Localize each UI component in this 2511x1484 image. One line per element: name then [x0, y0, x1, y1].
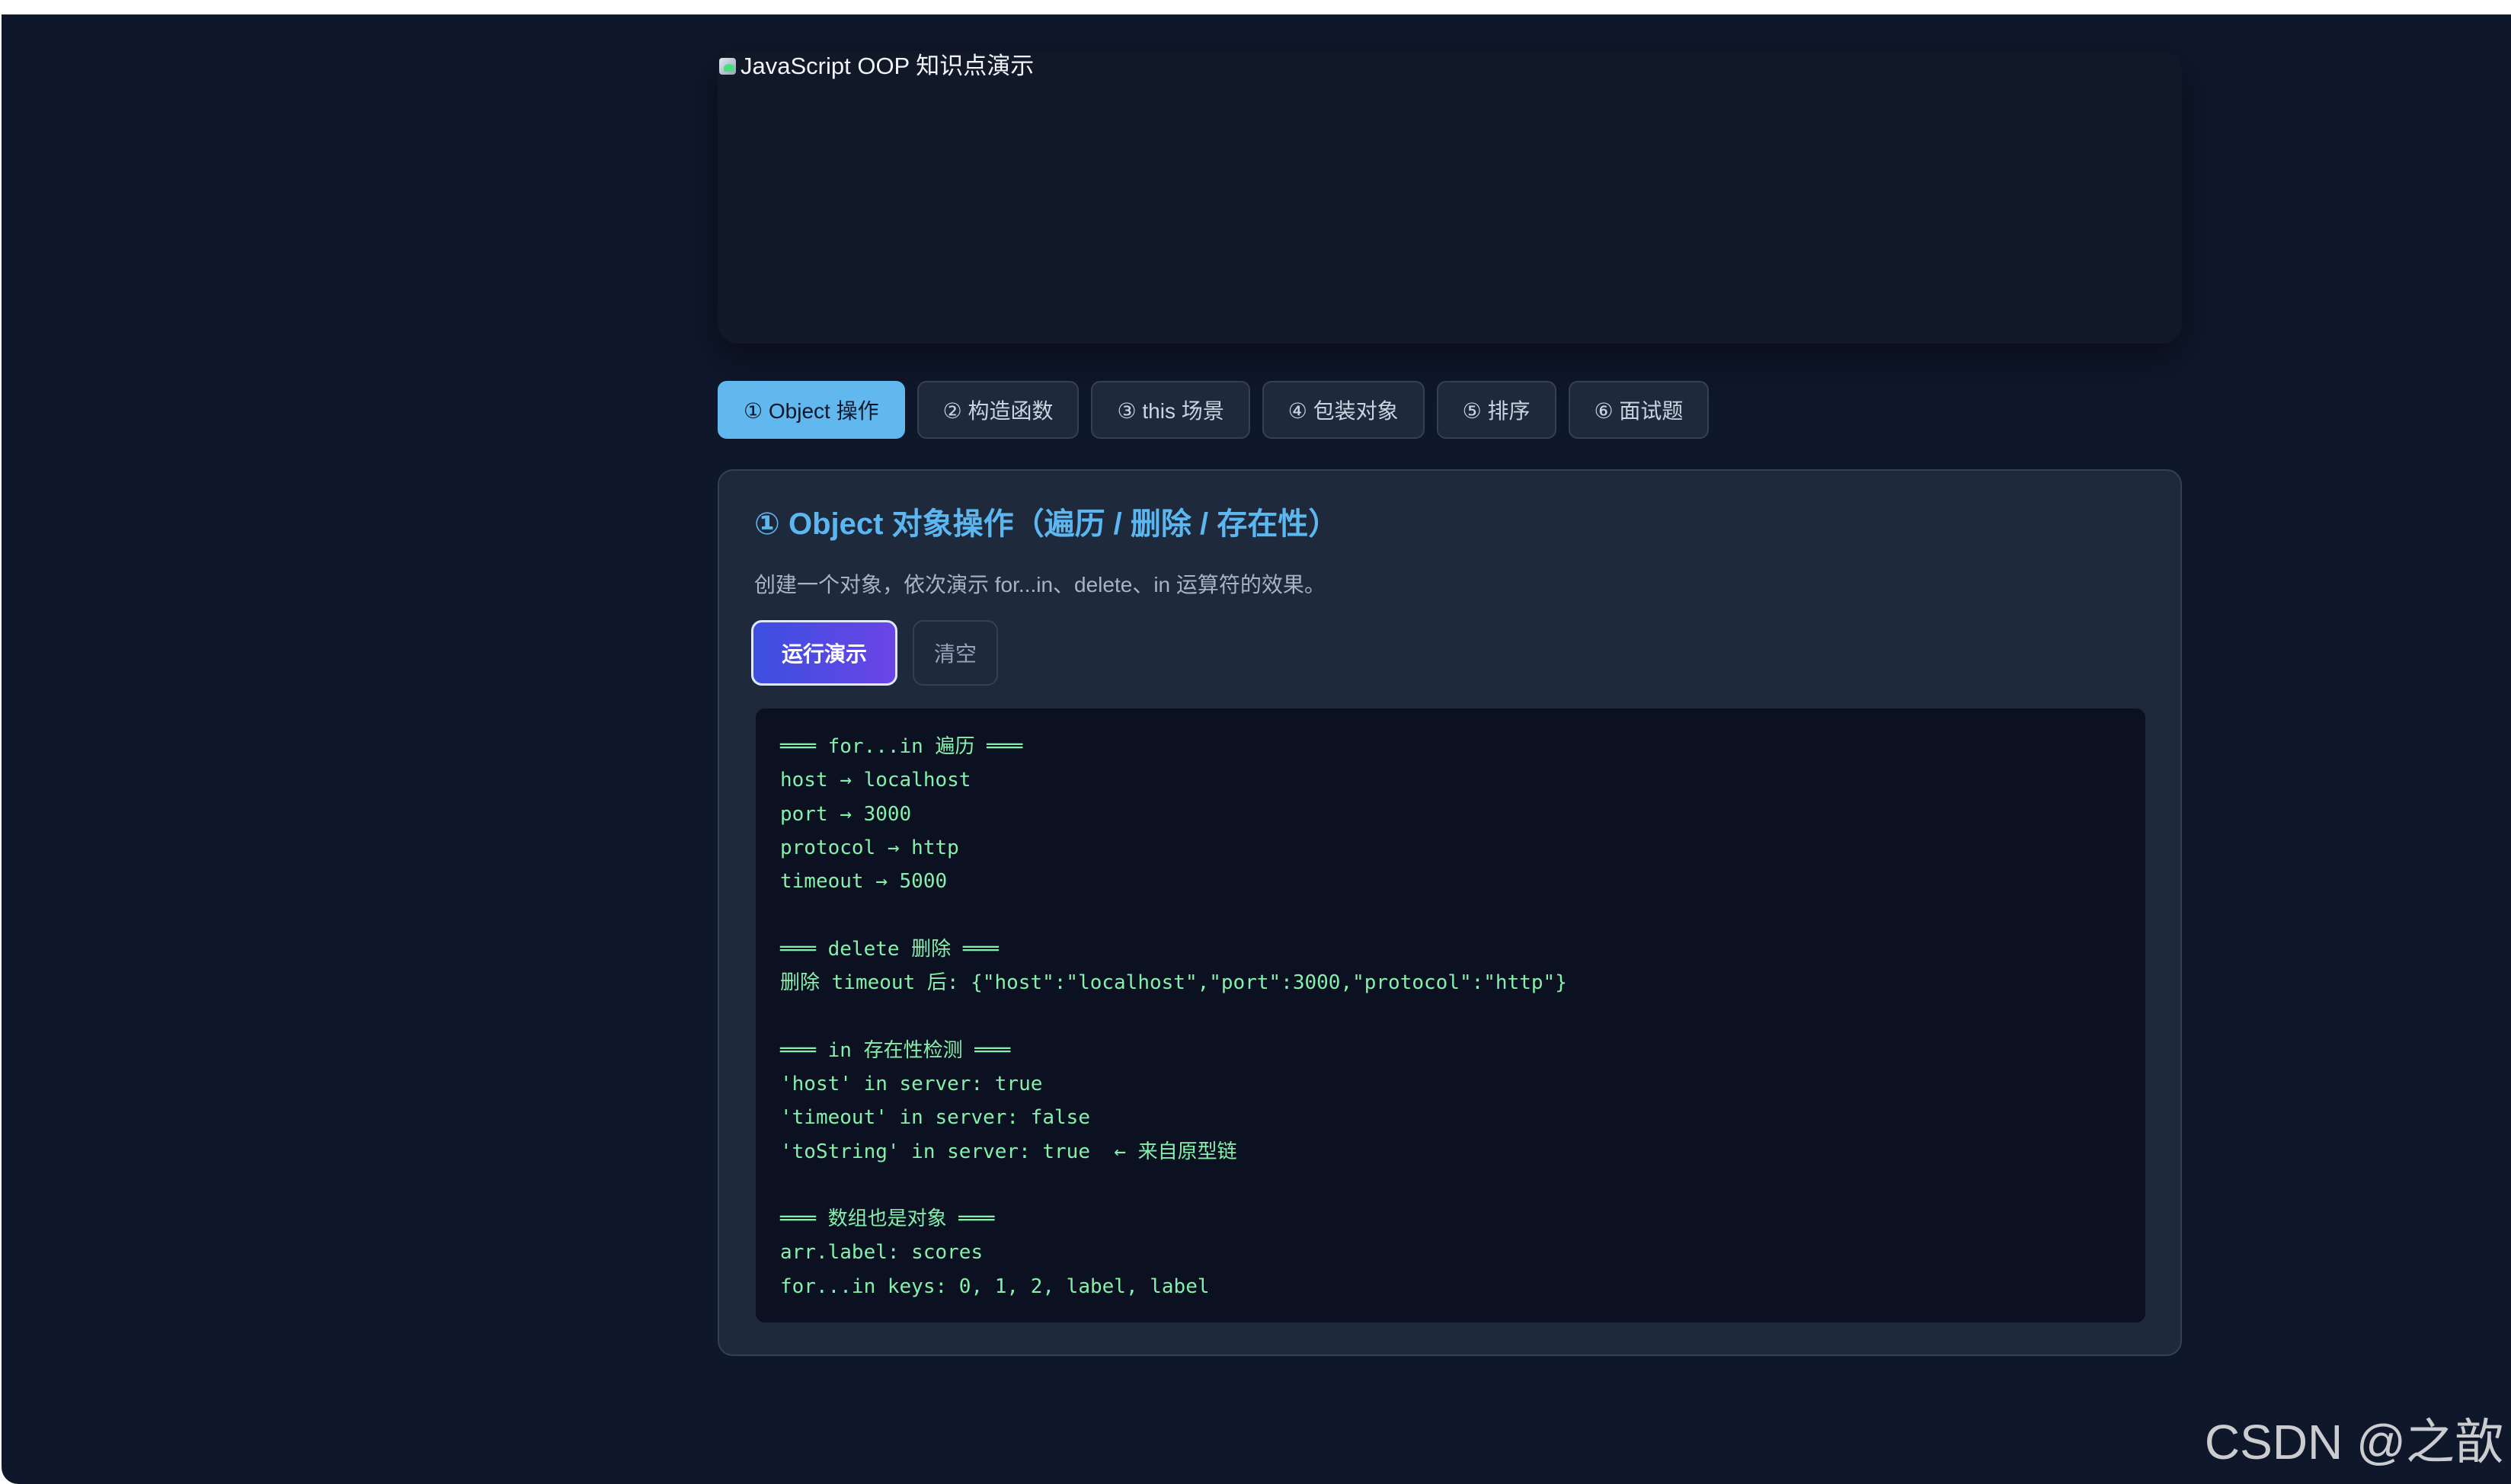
hero-banner: JavaScript OOP 知识点演示	[718, 51, 2182, 344]
output-line: 删除 timeout 后: {"host":"localhost","port"…	[780, 971, 1567, 995]
output-console: ═══ for...in 遍历 ═══ host → localhost por…	[754, 707, 2147, 1324]
broken-image-icon	[718, 55, 739, 78]
output-line: ═══ in 存在性检测 ═══	[780, 1038, 1011, 1062]
output-line: arr.label: scores	[780, 1241, 984, 1265]
output-line: port → 3000	[780, 802, 912, 826]
tab-object-ops[interactable]: ① Object 操作	[718, 381, 905, 439]
tab-constructor[interactable]: ② 构造函数	[916, 381, 1080, 439]
output-line: ═══ 数组也是对象 ═══	[780, 1207, 995, 1231]
action-buttons: 运行演示 清空	[751, 620, 998, 686]
panel-title: ① Object 对象操作（遍历 / 删除 / 存在性）	[754, 507, 1339, 541]
clear-button[interactable]: 清空	[913, 620, 998, 686]
output-line: host → localhost	[780, 769, 971, 792]
tab-wrapper-objects[interactable]: ④ 包装对象	[1262, 381, 1425, 439]
run-demo-button[interactable]: 运行演示	[751, 620, 897, 686]
tab-interview-questions[interactable]: ⑥ 面试题	[1568, 381, 1710, 439]
output-line: 'toString' in server: true ← 来自原型链	[780, 1140, 1237, 1163]
hero-image-broken: JavaScript OOP 知识点演示	[718, 51, 1034, 82]
csdn-watermark: CSDN @之歆	[2204, 1415, 2503, 1470]
tab-this-scenarios[interactable]: ③ this 场景	[1091, 381, 1250, 439]
output-line: 'host' in server: true	[780, 1072, 1043, 1095]
demo-panel: ① Object 对象操作（遍历 / 删除 / 存在性） 创建一个对象，依次演示…	[718, 469, 2182, 1356]
output-line: ═══ for...in 遍历 ═══	[780, 735, 1023, 758]
hero-image-alt-text: JavaScript OOP 知识点演示	[741, 53, 1035, 79]
output-line: 'timeout' in server: false	[780, 1106, 1090, 1130]
tab-bar: ① Object 操作 ② 构造函数 ③ this 场景 ④ 包装对象 ⑤ 排序…	[718, 381, 1710, 439]
output-line: protocol → http	[780, 836, 959, 859]
panel-description: 创建一个对象，依次演示 for...in、delete、in 运算符的效果。	[754, 573, 1326, 596]
output-line: timeout → 5000	[780, 870, 948, 894]
page-viewport: JavaScript OOP 知识点演示 ① Object 操作 ② 构造函数 …	[2, 14, 2511, 1484]
output-line: for...in keys: 0, 1, 2, label, label	[780, 1275, 1210, 1298]
tab-sorting[interactable]: ⑤ 排序	[1436, 381, 1556, 439]
output-line: ═══ delete 删除 ═══	[780, 937, 999, 961]
